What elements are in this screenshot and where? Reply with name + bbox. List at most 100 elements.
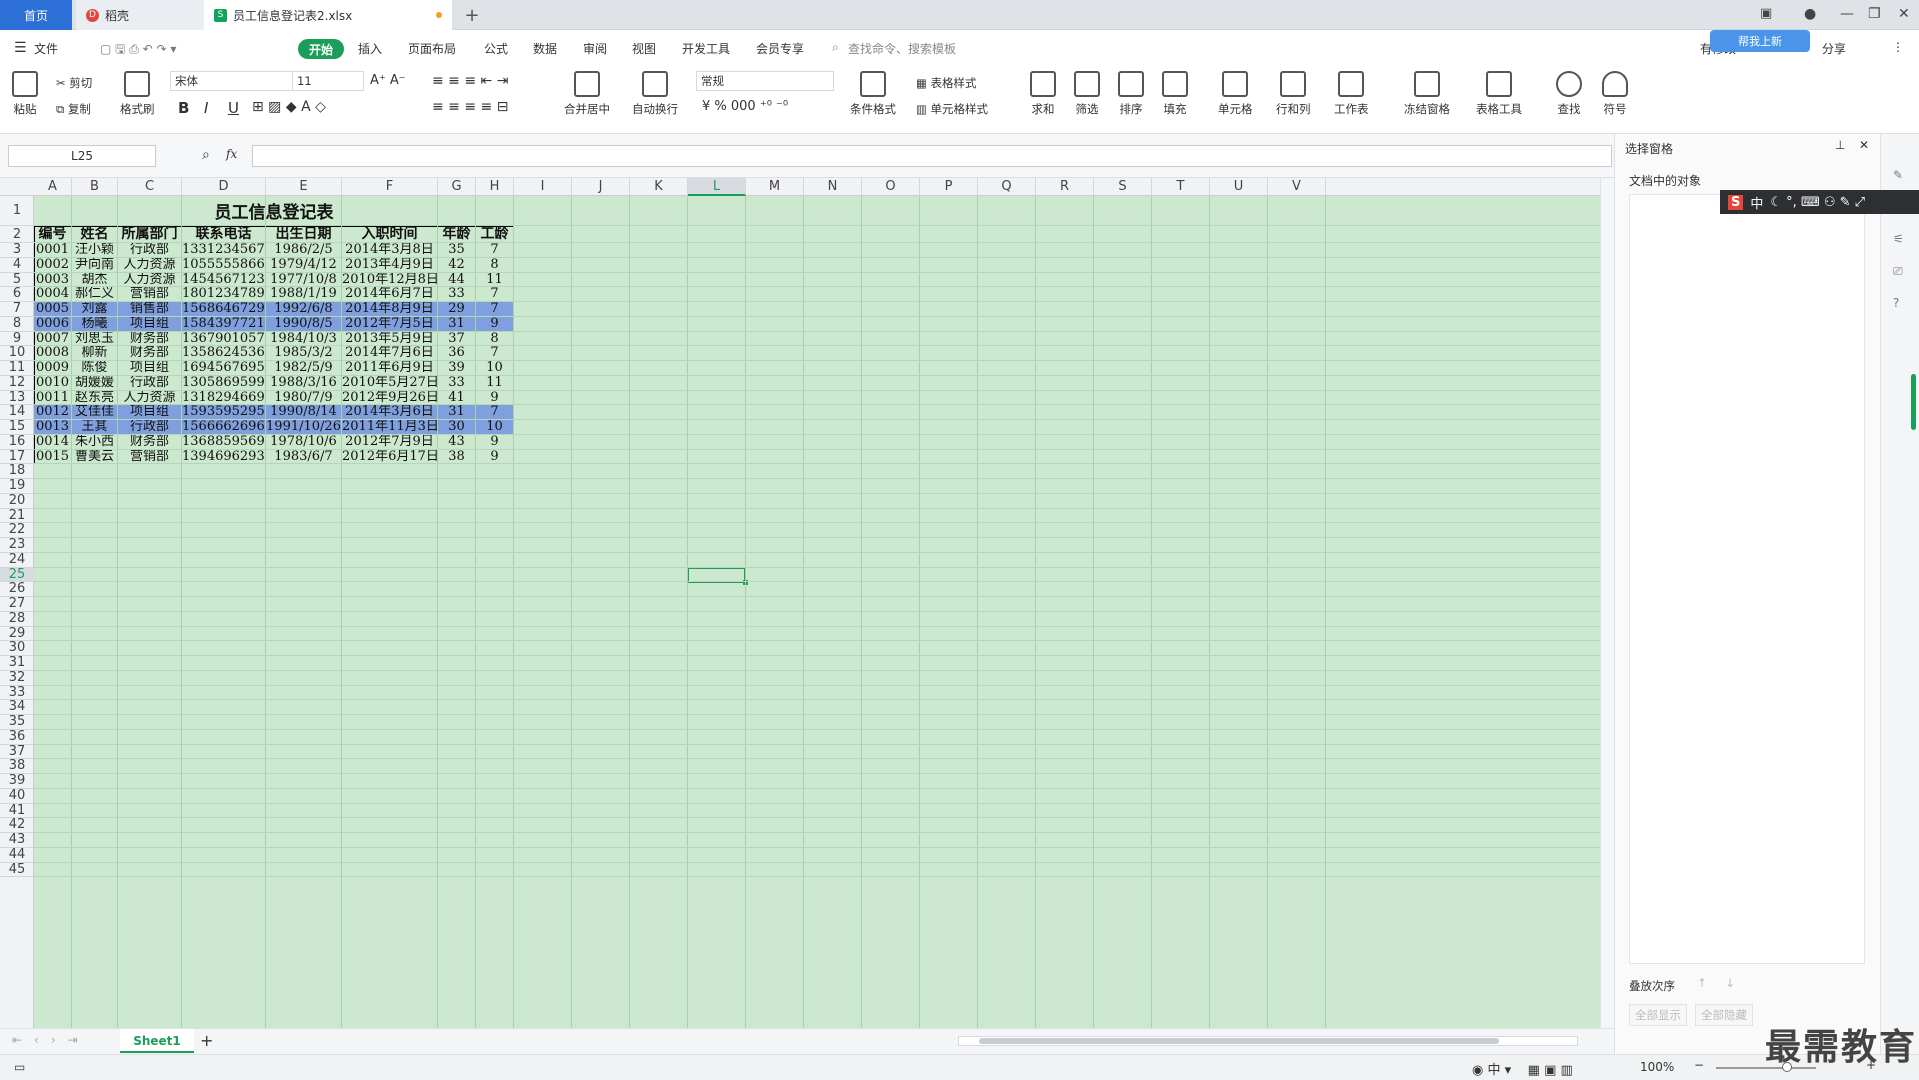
table-cell[interactable]: 0010 [34,375,72,391]
pane-title[interactable]: 选择窗格 [1625,140,1673,157]
table-style-button[interactable]: ▦ 表格样式 [916,75,977,91]
table-cell[interactable]: 1991/10/26 [266,420,342,435]
table-cell[interactable]: 16945676952 [182,361,266,376]
table-cell[interactable]: 柳新 [72,346,118,361]
table-cell[interactable]: 13586245369 [182,346,266,361]
table-cell[interactable]: 1978/10/6 [266,434,342,450]
column-header-u[interactable]: U [1210,178,1268,196]
table-cell[interactable]: 2013年4月9日 [342,257,438,273]
row-header-23[interactable]: 23 [0,537,34,553]
vertical-scrollbar[interactable] [1600,178,1614,1028]
table-cell[interactable]: 人力资源 [118,390,182,406]
menu-review[interactable]: 审阅 [583,40,607,57]
table-cell[interactable]: 15666626966 [182,420,266,435]
table-cell[interactable]: 0009 [34,361,72,376]
column-header-o[interactable]: O [862,178,920,196]
table-cell[interactable]: 2010年5月27日 [342,375,438,391]
row-header-20[interactable]: 20 [0,493,34,509]
command-search[interactable]: 查找命令、搜索模板 [848,40,956,57]
cell-button[interactable]: 单元格 [1218,71,1253,117]
table-cell[interactable]: 1990/8/5 [266,316,342,332]
tab-home[interactable]: 首页 [0,0,72,30]
table-cell[interactable]: 汪小颖 [72,243,118,258]
table-cell[interactable]: 37 [438,331,476,347]
header-cell[interactable]: 入职时间 [342,226,438,243]
table-cell[interactable]: 0014 [34,434,72,450]
row-header-38[interactable]: 38 [0,758,34,774]
table-cell[interactable]: 行政部 [118,243,182,258]
table-cell[interactable]: 7 [476,346,514,361]
row-header-37[interactable]: 37 [0,744,34,760]
table-cell[interactable]: 0012 [34,405,72,420]
sort-button[interactable]: 排序 [1118,71,1144,117]
italic-button[interactable]: I [204,99,208,117]
table-cell[interactable]: 2014年3月8日 [342,243,438,258]
more-icon[interactable]: ⋮ [1892,40,1904,54]
table-cell[interactable]: 胡媛媛 [72,375,118,391]
table-cell[interactable]: 10 [476,420,514,435]
column-header-m[interactable]: M [746,178,804,196]
row-header-26[interactable]: 26 [0,581,34,597]
zoom-level[interactable]: 100% [1640,1060,1674,1074]
table-cell[interactable]: 9 [476,449,514,465]
column-header-d[interactable]: D [182,178,266,196]
table-cell[interactable]: 43 [438,434,476,450]
table-cell[interactable]: 13679010576 [182,331,266,347]
table-cell[interactable]: 33 [438,375,476,391]
row-header-18[interactable]: 18 [0,463,34,479]
ime-mode[interactable]: 中 [1750,193,1763,212]
row-header-4[interactable]: 4 [0,257,34,273]
menu-page-layout[interactable]: 页面布局 [408,40,456,57]
table-cell[interactable]: 1983/6/7 [266,449,342,465]
table-cell[interactable]: 1992/6/8 [266,302,342,317]
table-cell[interactable]: 11 [476,375,514,391]
menu-file[interactable]: 文件 [34,40,58,57]
column-header-q[interactable]: Q [978,178,1036,196]
window-layout-icon[interactable]: ▣ [1760,6,1772,21]
table-cell[interactable]: 7 [476,243,514,258]
show-all-button[interactable]: 全部显示 [1629,1004,1687,1026]
hamburger-icon[interactable]: ☰ [14,40,27,56]
table-cell[interactable]: 31 [438,405,476,420]
column-header-f[interactable]: F [342,178,438,196]
share-button[interactable]: 分享 [1822,40,1846,57]
table-cell[interactable]: 行政部 [118,375,182,391]
table-cell[interactable]: 30 [438,420,476,435]
table-cell[interactable]: 赵东亮 [72,390,118,406]
row-header-1[interactable]: 1 [0,196,34,226]
cell-style-button[interactable]: ▥ 单元格样式 [916,101,988,117]
table-cell[interactable]: 项目组 [118,316,182,332]
row-header-3[interactable]: 3 [0,242,34,258]
row-header-25[interactable]: 25 [0,567,34,583]
table-cell[interactable]: 13688595699 [182,434,266,450]
filter-button[interactable]: 筛选 [1074,71,1100,117]
paste-button[interactable]: 粘贴 [12,71,38,117]
table-cell[interactable]: 0006 [34,316,72,332]
row-header-15[interactable]: 15 [0,419,34,435]
column-header-s[interactable]: S [1094,178,1152,196]
menu-view[interactable]: 视图 [632,40,656,57]
table-cell[interactable]: 10555558667 [182,257,266,273]
formula-input[interactable] [252,145,1612,167]
table-cell[interactable]: 1990/8/14 [266,405,342,420]
table-cell[interactable]: 41 [438,390,476,406]
object-list[interactable] [1629,194,1865,964]
table-cell[interactable]: 1977/10/8 [266,272,342,288]
hide-all-button[interactable]: 全部隐藏 [1695,1004,1753,1026]
table-cell[interactable]: 2012年9月26日 [342,390,438,406]
row-header-7[interactable]: 7 [0,301,34,317]
row-header-22[interactable]: 22 [0,522,34,538]
row-header-45[interactable]: 45 [0,862,34,878]
table-cell[interactable]: 7 [476,302,514,317]
pane-close-icon[interactable]: ✕ [1859,138,1869,152]
selected-cell[interactable] [687,566,748,585]
view-mode-icons[interactable]: ◉ 中 ▾ ▦ ▣ ▥ [1472,1059,1573,1078]
row-header-33[interactable]: 33 [0,685,34,701]
row-header-6[interactable]: 6 [0,286,34,302]
underline-button[interactable]: U [228,99,239,117]
column-header-l[interactable]: L [688,178,746,196]
table-cell[interactable]: 9 [476,390,514,406]
format-painter-button[interactable]: 格式刷 [120,71,155,117]
row-header-36[interactable]: 36 [0,729,34,745]
table-cell[interactable]: 2014年3月6日 [342,405,438,420]
